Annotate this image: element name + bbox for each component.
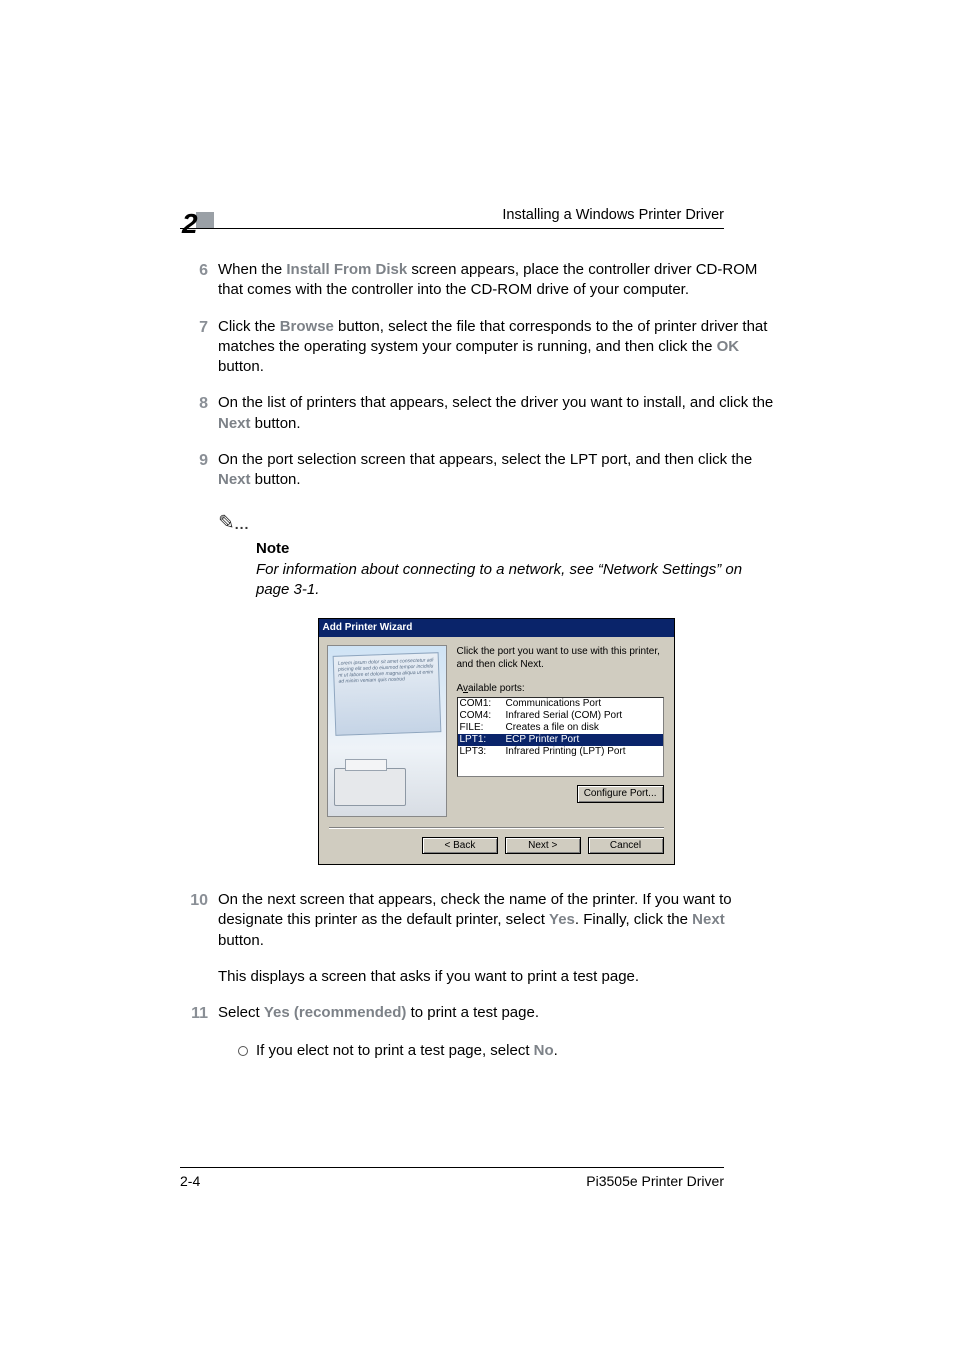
port-row[interactable]: COM4:Infrared Serial (COM) Port bbox=[458, 710, 663, 722]
keyword-next: Next bbox=[692, 911, 725, 928]
step-body: On the list of printers that appears, se… bbox=[218, 393, 774, 434]
text: . Finally, click the bbox=[575, 911, 692, 928]
dialog-instruction: Click the port you want to use with this… bbox=[457, 645, 664, 672]
step-body: Click the Browse button, select the file… bbox=[218, 317, 774, 378]
step-8: 8 On the list of printers that appears, … bbox=[180, 393, 774, 434]
dialog-screenshot: Add Printer Wizard Lorem ipsum dolor sit… bbox=[218, 618, 774, 865]
step-9: 9 On the port selection screen that appe… bbox=[180, 450, 774, 491]
keyword-no: No bbox=[534, 1042, 554, 1059]
text: Click the bbox=[218, 318, 280, 335]
add-printer-wizard-dialog: Add Printer Wizard Lorem ipsum dolor sit… bbox=[318, 618, 675, 865]
step-11-sub: If you elect not to print a test page, s… bbox=[238, 1041, 774, 1061]
text: button. bbox=[218, 932, 264, 949]
text: button. bbox=[251, 415, 301, 432]
note-label: Note bbox=[256, 539, 774, 559]
text: to print a test page. bbox=[406, 1004, 539, 1021]
keyword-install-from-disk: Install From Disk bbox=[286, 261, 407, 278]
keyword-ok: OK bbox=[717, 338, 740, 355]
port-row[interactable]: FILE:Creates a file on disk bbox=[458, 722, 663, 734]
keyword-next: Next bbox=[218, 471, 251, 488]
step-10-cont: This displays a screen that asks if you … bbox=[218, 967, 774, 987]
step-number: 7 bbox=[180, 317, 218, 339]
text: On the port selection screen that appear… bbox=[218, 451, 752, 468]
step-body: On the next screen that appears, check t… bbox=[218, 890, 774, 951]
manual-page: 2 Installing a Windows Printer Driver 6 … bbox=[0, 0, 954, 1351]
keyword-yes: Yes bbox=[549, 911, 575, 928]
text: . bbox=[554, 1042, 558, 1059]
step-body: When the Install From Disk screen appear… bbox=[218, 260, 774, 301]
text: button. bbox=[251, 471, 301, 488]
step-7: 7 Click the Browse button, select the fi… bbox=[180, 317, 774, 378]
back-button[interactable]: < Back bbox=[422, 837, 498, 855]
step-6: 6 When the Install From Disk screen appe… bbox=[180, 260, 774, 301]
keyword-yes-recommended: Yes (recommended) bbox=[264, 1004, 407, 1021]
text: If you elect not to print a test page, s… bbox=[256, 1042, 534, 1059]
step-11: 11 Select Yes (recommended) to print a t… bbox=[180, 1003, 774, 1025]
steps-container: 6 When the Install From Disk screen appe… bbox=[180, 260, 774, 1061]
page-number: 2-4 bbox=[180, 1172, 200, 1191]
step-number: 6 bbox=[180, 260, 218, 282]
text: When the bbox=[218, 261, 286, 278]
note-body: For information about connecting to a ne… bbox=[256, 560, 774, 601]
next-button[interactable]: Next > bbox=[505, 837, 581, 855]
configure-port-button[interactable]: Configure Port... bbox=[577, 785, 664, 803]
header-rule bbox=[180, 228, 724, 229]
chapter-number: 2 bbox=[182, 205, 198, 243]
port-row[interactable]: LPT3:Infrared Printing (LPT) Port bbox=[458, 746, 663, 758]
step-number: 8 bbox=[180, 393, 218, 415]
step-number: 9 bbox=[180, 450, 218, 472]
step-number: 10 bbox=[180, 890, 218, 912]
available-ports-listbox[interactable]: COM1:Communications Port COM4:Infrared S… bbox=[457, 697, 664, 777]
printer-icon bbox=[334, 768, 406, 806]
wizard-image: Lorem ipsum dolor sit amet consectetur a… bbox=[327, 645, 447, 817]
text: On the list of printers that appears, se… bbox=[218, 394, 773, 411]
step-body: Select Yes (recommended) to print a test… bbox=[218, 1003, 774, 1023]
step-10: 10 On the next screen that appears, chec… bbox=[180, 890, 774, 951]
step-number: 11 bbox=[180, 1003, 218, 1025]
port-row-selected[interactable]: LPT1:ECP Printer Port bbox=[458, 734, 663, 746]
footer-rule bbox=[180, 1167, 724, 1168]
text: button. bbox=[218, 358, 264, 375]
dialog-titlebar: Add Printer Wizard bbox=[319, 619, 674, 637]
cancel-button[interactable]: Cancel bbox=[588, 837, 664, 855]
product-name: Pi3505e Printer Driver bbox=[586, 1172, 724, 1191]
note-block: ✎... Note For information about connecti… bbox=[218, 510, 774, 600]
port-row[interactable]: COM1:Communications Port bbox=[458, 698, 663, 710]
chapter-tab bbox=[196, 212, 214, 228]
section-title: Installing a Windows Printer Driver bbox=[502, 206, 724, 226]
step-body: On the port selection screen that appear… bbox=[218, 450, 774, 491]
note-pencil-icon: ✎... bbox=[218, 510, 774, 537]
available-ports-label: Available ports: bbox=[457, 682, 664, 696]
keyword-browse: Browse bbox=[280, 318, 334, 335]
text: Select bbox=[218, 1004, 264, 1021]
keyword-next: Next bbox=[218, 415, 251, 432]
